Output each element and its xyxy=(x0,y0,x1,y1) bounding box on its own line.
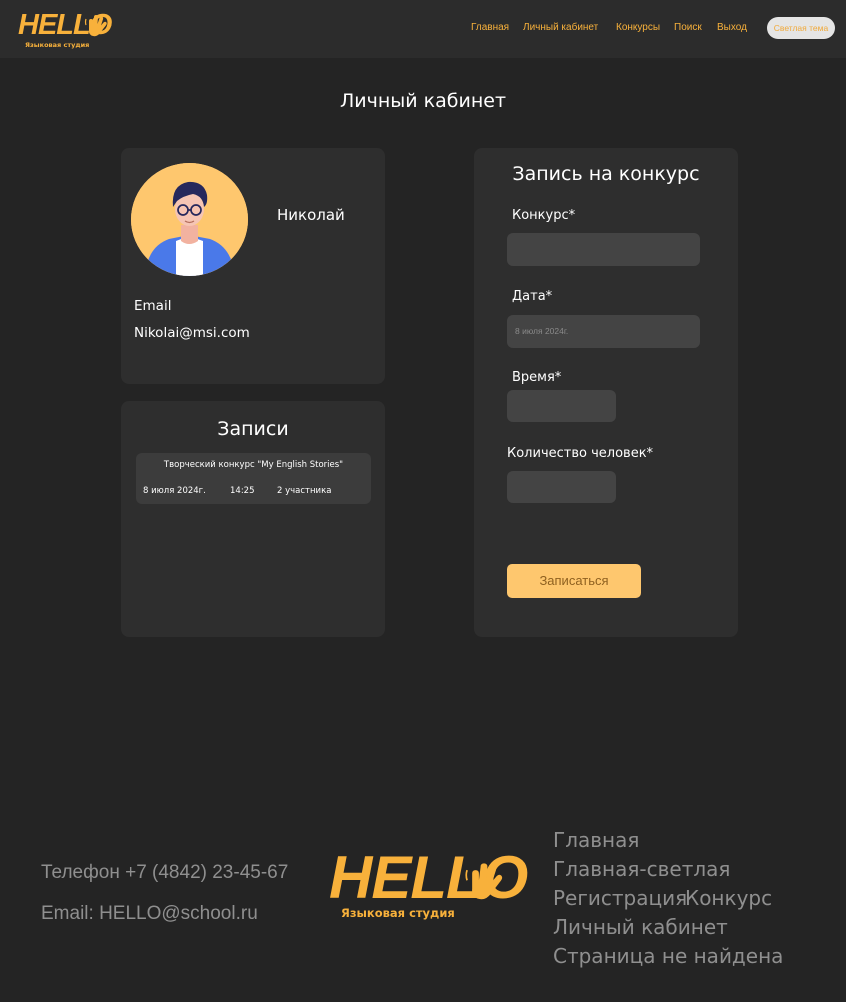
header-logo[interactable]: HELLO Языковая студия xyxy=(18,11,112,51)
records-card: Записи Творческий конкурс "My English St… xyxy=(121,401,385,637)
profile-card: Николай Email Nikolai@msi.com xyxy=(121,148,385,384)
time-label: Время* xyxy=(512,370,562,385)
record-title: Творческий конкурс "My English Stories" xyxy=(163,460,344,470)
footer-link-cabinet[interactable]: Личный кабинет xyxy=(553,915,728,939)
logo-subtitle: Языковая студия xyxy=(25,41,90,49)
nav-logout[interactable]: Выход xyxy=(717,22,747,36)
footer-link-home-light[interactable]: Главная-светлая xyxy=(553,857,730,881)
record-date: 8 июля 2024г. xyxy=(143,486,206,496)
record-item[interactable]: Творческий конкурс "My English Stories" … xyxy=(136,453,371,504)
nav-search[interactable]: Поиск xyxy=(674,22,702,36)
email-label: Email xyxy=(134,298,172,314)
page-title: Личный кабинет xyxy=(339,90,507,112)
user-avatar xyxy=(131,163,248,276)
people-count-label: Количество человек* xyxy=(507,446,654,461)
date-label: Дата* xyxy=(512,289,553,304)
record-participants: 2 участника xyxy=(277,486,332,496)
time-input[interactable] xyxy=(507,390,616,422)
contest-label: Конкурс* xyxy=(512,208,576,223)
records-title: Записи xyxy=(217,418,289,440)
footer-link-registration[interactable]: Регистрация xyxy=(553,886,687,910)
submit-button[interactable]: Записаться xyxy=(507,564,641,598)
nav-home[interactable]: Главная xyxy=(471,22,509,36)
contest-signup-card: Запись на конкурс Конкурс* Дата* 8 июля … xyxy=(474,148,738,637)
footer-phone: Телефон +7 (4842) 23-45-67 xyxy=(41,862,289,883)
date-input[interactable]: 8 июля 2024г. xyxy=(507,315,700,348)
footer-logo-subtitle: Языковая студия xyxy=(341,906,455,920)
user-name: Николай xyxy=(277,206,345,224)
waving-hand-icon xyxy=(84,15,107,37)
people-count-input[interactable] xyxy=(507,471,616,503)
email-value: Nikolai@msi.com xyxy=(134,325,250,341)
theme-toggle-button[interactable]: Светлая тема xyxy=(767,17,835,39)
footer-link-home[interactable]: Главная xyxy=(553,828,639,852)
footer-link-contest[interactable]: Конкурс xyxy=(685,886,772,910)
record-time: 14:25 xyxy=(230,486,255,496)
waving-hand-icon xyxy=(465,863,503,900)
footer-link-not-found[interactable]: Страница не найдена xyxy=(553,944,783,968)
footer-logo[interactable]: HELLO Языковая студия xyxy=(329,848,528,924)
form-title: Запись на конкурс xyxy=(512,163,700,185)
nav-cabinet[interactable]: Личный кабинет xyxy=(523,22,598,36)
footer-email[interactable]: Email: HELLO@school.ru xyxy=(41,903,258,925)
contest-select[interactable] xyxy=(507,233,700,266)
nav-contests[interactable]: Конкурсы xyxy=(616,22,660,36)
header: HELLO Языковая студия Главная Личный каб… xyxy=(0,0,846,58)
